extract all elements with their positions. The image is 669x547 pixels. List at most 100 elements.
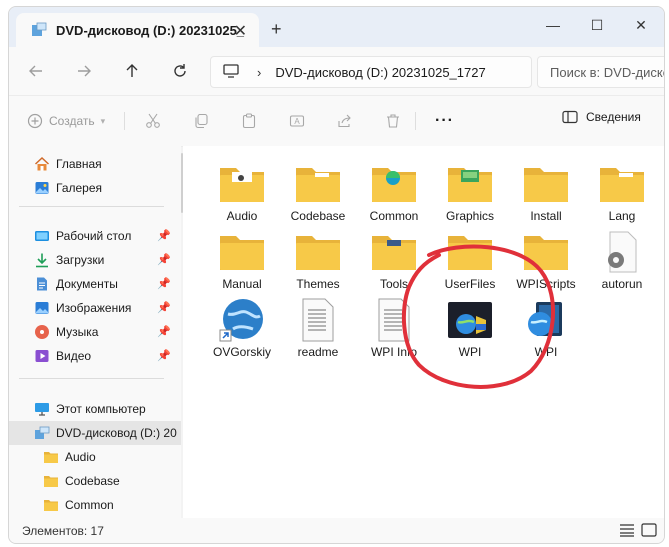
cut-button[interactable] [145, 110, 161, 132]
folder-icon [522, 162, 570, 206]
details-label: Сведения [586, 110, 641, 124]
address-bar[interactable]: › DVD-дисковод (D:) 20231025_1727 [210, 56, 532, 88]
folder-item-wpiscripts[interactable]: WPIScripts [509, 230, 583, 296]
folder-icon [218, 162, 266, 206]
back-arrow-icon [29, 65, 42, 77]
globe-shortcut-icon [218, 298, 266, 342]
file-item-wpi-app[interactable]: WPI [433, 298, 507, 364]
folder-item-lang[interactable]: Lang [585, 162, 659, 228]
create-label: Создать [49, 114, 95, 128]
folder-item-graphics[interactable]: Graphics [433, 162, 507, 228]
trash-icon [387, 114, 399, 128]
sidebar-item-gallery[interactable]: Галерея [9, 176, 181, 200]
sidebar-item-common[interactable]: Common [9, 493, 181, 517]
status-bar: Элементов: 17 [9, 518, 664, 543]
wpi-app-icon [446, 298, 494, 342]
folder-item-themes[interactable]: Themes [281, 230, 355, 296]
sidebar-item-audio[interactable]: Audio [9, 445, 181, 469]
file-item-autorun[interactable]: autorun [585, 230, 659, 296]
rename-button[interactable]: A [289, 110, 305, 132]
folder-item-common[interactable]: Common [357, 162, 431, 228]
back-button[interactable] [23, 59, 49, 83]
chevron-right-icon[interactable]: › [257, 65, 261, 80]
pin-icon[interactable]: 📌 [157, 229, 171, 242]
more-options-icon[interactable]: ··· [435, 110, 454, 132]
folder-item-tools[interactable]: Tools [357, 230, 431, 296]
paste-button[interactable] [241, 110, 257, 132]
pin-icon[interactable]: 📌 [157, 253, 171, 266]
sidebar-item-pictures[interactable]: Изображения 📌 [9, 296, 181, 320]
copy-button[interactable] [193, 110, 209, 132]
sidebar-item-videos[interactable]: Видео 📌 [9, 344, 181, 368]
sidebar-item-documents[interactable]: Документы 📌 [9, 272, 181, 296]
downloads-icon [36, 253, 48, 268]
file-item-readme[interactable]: readme [281, 298, 355, 364]
folder-item-userfiles[interactable]: UserFiles [433, 230, 507, 296]
svg-text:A: A [294, 117, 300, 126]
sidebar-item-home[interactable]: Главная [9, 152, 181, 176]
minimize-button[interactable]: — [531, 13, 575, 37]
search-box[interactable]: Поиск в: DVD-диско [537, 56, 664, 88]
sidebar-item-music[interactable]: Музыка 📌 [9, 320, 181, 344]
dvd-drive-icon [35, 426, 50, 439]
large-icons-view-icon[interactable] [641, 523, 657, 537]
separator [124, 112, 125, 130]
new-tab-button[interactable]: + [271, 19, 282, 40]
file-list: Audio Codebase Common Graphics Install L… [183, 146, 664, 518]
music-icon [35, 325, 49, 339]
share-icon [338, 114, 351, 128]
folder-item-install[interactable]: Install [509, 162, 583, 228]
details-button[interactable]: Сведения [562, 110, 641, 124]
refresh-button[interactable] [167, 59, 193, 83]
rename-icon: A [289, 115, 305, 127]
plus-circle-icon [27, 113, 43, 129]
folder-icon [446, 162, 494, 206]
command-bar: Создать ▾ A ··· Сведения [9, 95, 664, 147]
close-window-button[interactable]: ✕ [619, 13, 663, 37]
folder-icon [370, 162, 418, 206]
folder-item-manual[interactable]: Manual [205, 230, 279, 296]
desktop-folder-icon [35, 231, 49, 241]
tab-dvd-drive[interactable]: DVD-дисковод (D:) 20231025_ ✕ [16, 13, 259, 47]
folder-icon [44, 500, 58, 511]
up-button[interactable] [119, 59, 145, 83]
search-input[interactable]: Поиск в: DVD-диско [550, 65, 664, 80]
computer-icon [35, 403, 49, 416]
file-item-wpi-exe[interactable]: WPI [509, 298, 583, 364]
file-item-ovgorskiy[interactable]: OVGorskiy [205, 298, 279, 364]
forward-arrow-icon [78, 65, 91, 77]
sidebar-item-this-pc[interactable]: Этот компьютер [9, 397, 181, 421]
details-view-icon[interactable] [619, 523, 635, 537]
pin-icon[interactable]: 📌 [157, 349, 171, 362]
file-item-wpi-info[interactable]: WPI Info [357, 298, 431, 364]
pin-icon[interactable]: 📌 [157, 301, 171, 314]
navigation-pane: Главная Галерея Рабочий стол 📌 Загрузки … [9, 146, 181, 518]
up-arrow-icon [126, 64, 138, 77]
folder-icon [44, 452, 58, 463]
address-path[interactable]: DVD-дисковод (D:) 20231025_1727 [275, 65, 515, 80]
folder-icon [218, 230, 266, 274]
maximize-button[interactable]: ☐ [575, 13, 619, 37]
folder-icon [44, 476, 58, 487]
folder-icon [294, 162, 342, 206]
sidebar-item-downloads[interactable]: Загрузки 📌 [9, 248, 181, 272]
videos-icon [35, 350, 49, 362]
folder-item-audio[interactable]: Audio [205, 162, 279, 228]
share-button[interactable] [337, 110, 353, 132]
text-document-icon [294, 298, 342, 342]
close-tab-icon[interactable]: ✕ [234, 21, 247, 41]
delete-button[interactable] [385, 110, 401, 132]
sidebar-item-dvd-drive[interactable]: DVD-дисковод (D:) 20 [9, 421, 181, 445]
forward-button[interactable] [71, 59, 97, 83]
sidebar-item-codebase[interactable]: Codebase [9, 469, 181, 493]
create-button[interactable]: Создать ▾ [27, 110, 105, 132]
refresh-icon [174, 64, 186, 77]
dvd-drive-icon [30, 21, 48, 39]
folder-item-codebase[interactable]: Codebase [281, 162, 355, 228]
sidebar-item-desktop[interactable]: Рабочий стол 📌 [9, 224, 181, 248]
folder-icon [370, 230, 418, 274]
pin-icon[interactable]: 📌 [157, 277, 171, 290]
title-bar: DVD-дисковод (D:) 20231025_ ✕ + — ☐ ✕ [9, 7, 664, 47]
home-icon [34, 156, 50, 171]
pin-icon[interactable]: 📌 [157, 325, 171, 338]
